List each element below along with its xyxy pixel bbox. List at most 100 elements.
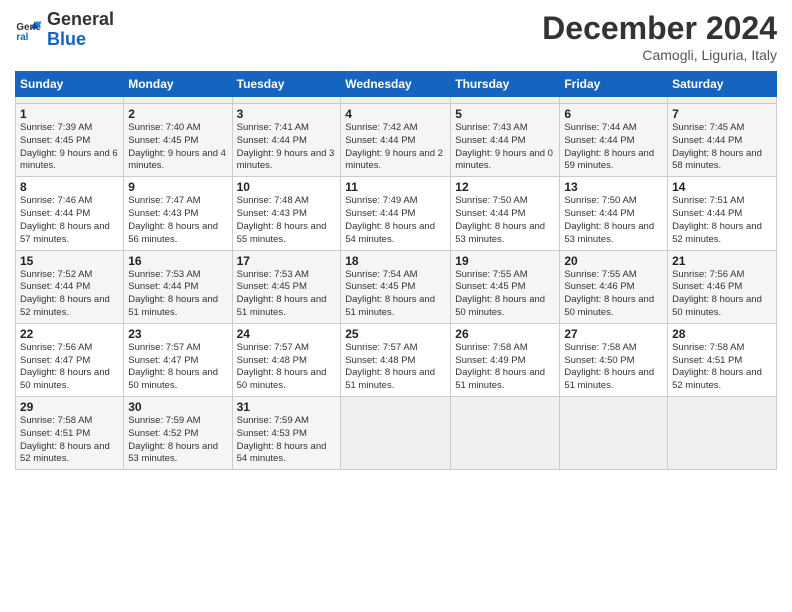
- day-number: 28: [672, 327, 772, 341]
- day-number: 16: [128, 254, 227, 268]
- day-info: Sunrise: 7:58 AMSunset: 4:51 PMDaylight:…: [20, 415, 119, 466]
- day-number: 14: [672, 180, 772, 194]
- day-info: Sunrise: 7:54 AMSunset: 4:45 PMDaylight:…: [345, 269, 446, 320]
- day-number: 19: [455, 254, 555, 268]
- calendar-week-row: 15Sunrise: 7:52 AMSunset: 4:44 PMDayligh…: [16, 250, 777, 323]
- calendar-cell: 26Sunrise: 7:58 AMSunset: 4:49 PMDayligh…: [451, 323, 560, 396]
- calendar-cell: 3Sunrise: 7:41 AMSunset: 4:44 PMDaylight…: [232, 104, 341, 177]
- calendar-cell: 22Sunrise: 7:56 AMSunset: 4:47 PMDayligh…: [16, 323, 124, 396]
- calendar-cell: 6Sunrise: 7:44 AMSunset: 4:44 PMDaylight…: [560, 104, 668, 177]
- month-title: December 2024: [542, 10, 777, 47]
- calendar-week-row: 1Sunrise: 7:39 AMSunset: 4:45 PMDaylight…: [16, 104, 777, 177]
- day-number: 17: [237, 254, 337, 268]
- day-number: 25: [345, 327, 446, 341]
- calendar-cell: 25Sunrise: 7:57 AMSunset: 4:48 PMDayligh…: [341, 323, 451, 396]
- day-number: 31: [237, 400, 337, 414]
- day-info: Sunrise: 7:51 AMSunset: 4:44 PMDaylight:…: [672, 195, 772, 246]
- day-info: Sunrise: 7:52 AMSunset: 4:44 PMDaylight:…: [20, 269, 119, 320]
- header: Gene ral General Blue December 2024 Camo…: [15, 10, 777, 63]
- logo: Gene ral General Blue: [15, 10, 114, 50]
- calendar-cell: 29Sunrise: 7:58 AMSunset: 4:51 PMDayligh…: [16, 397, 124, 470]
- day-number: 7: [672, 107, 772, 121]
- day-number: 27: [564, 327, 663, 341]
- calendar-cell: 17Sunrise: 7:53 AMSunset: 4:45 PMDayligh…: [232, 250, 341, 323]
- calendar-cell: [451, 97, 560, 104]
- day-number: 2: [128, 107, 227, 121]
- day-number: 20: [564, 254, 663, 268]
- day-number: 5: [455, 107, 555, 121]
- day-info: Sunrise: 7:59 AMSunset: 4:52 PMDaylight:…: [128, 415, 227, 466]
- calendar-cell: 30Sunrise: 7:59 AMSunset: 4:52 PMDayligh…: [124, 397, 232, 470]
- day-info: Sunrise: 7:48 AMSunset: 4:43 PMDaylight:…: [237, 195, 337, 246]
- day-info: Sunrise: 7:58 AMSunset: 4:49 PMDaylight:…: [455, 342, 555, 393]
- day-number: 26: [455, 327, 555, 341]
- day-info: Sunrise: 7:50 AMSunset: 4:44 PMDaylight:…: [455, 195, 555, 246]
- day-number: 1: [20, 107, 119, 121]
- day-info: Sunrise: 7:53 AMSunset: 4:45 PMDaylight:…: [237, 269, 337, 320]
- calendar-cell: [451, 397, 560, 470]
- calendar-cell: 14Sunrise: 7:51 AMSunset: 4:44 PMDayligh…: [668, 177, 777, 250]
- day-number: 21: [672, 254, 772, 268]
- day-number: 6: [564, 107, 663, 121]
- calendar-cell: 11Sunrise: 7:49 AMSunset: 4:44 PMDayligh…: [341, 177, 451, 250]
- location: Camogli, Liguria, Italy: [542, 47, 777, 63]
- calendar-cell: [668, 397, 777, 470]
- calendar-week-row: 8Sunrise: 7:46 AMSunset: 4:44 PMDaylight…: [16, 177, 777, 250]
- day-info: Sunrise: 7:44 AMSunset: 4:44 PMDaylight:…: [564, 122, 663, 173]
- day-info: Sunrise: 7:45 AMSunset: 4:44 PMDaylight:…: [672, 122, 772, 173]
- calendar-week-row: [16, 97, 777, 104]
- calendar-cell: 28Sunrise: 7:58 AMSunset: 4:51 PMDayligh…: [668, 323, 777, 396]
- calendar-cell: 13Sunrise: 7:50 AMSunset: 4:44 PMDayligh…: [560, 177, 668, 250]
- day-of-week-header: Saturday: [668, 72, 777, 97]
- calendar-cell: 9Sunrise: 7:47 AMSunset: 4:43 PMDaylight…: [124, 177, 232, 250]
- day-info: Sunrise: 7:41 AMSunset: 4:44 PMDaylight:…: [237, 122, 337, 173]
- title-block: December 2024 Camogli, Liguria, Italy: [542, 10, 777, 63]
- day-number: 9: [128, 180, 227, 194]
- day-info: Sunrise: 7:53 AMSunset: 4:44 PMDaylight:…: [128, 269, 227, 320]
- calendar-cell: 7Sunrise: 7:45 AMSunset: 4:44 PMDaylight…: [668, 104, 777, 177]
- day-of-week-header: Monday: [124, 72, 232, 97]
- day-info: Sunrise: 7:47 AMSunset: 4:43 PMDaylight:…: [128, 195, 227, 246]
- day-number: 29: [20, 400, 119, 414]
- calendar-cell: 21Sunrise: 7:56 AMSunset: 4:46 PMDayligh…: [668, 250, 777, 323]
- calendar-cell: 20Sunrise: 7:55 AMSunset: 4:46 PMDayligh…: [560, 250, 668, 323]
- calendar-cell: [668, 97, 777, 104]
- day-number: 30: [128, 400, 227, 414]
- logo-text-general: General: [47, 10, 114, 30]
- calendar-cell: 1Sunrise: 7:39 AMSunset: 4:45 PMDaylight…: [16, 104, 124, 177]
- day-info: Sunrise: 7:57 AMSunset: 4:47 PMDaylight:…: [128, 342, 227, 393]
- calendar-cell: 12Sunrise: 7:50 AMSunset: 4:44 PMDayligh…: [451, 177, 560, 250]
- calendar-cell: [560, 97, 668, 104]
- day-info: Sunrise: 7:55 AMSunset: 4:45 PMDaylight:…: [455, 269, 555, 320]
- day-of-week-header: Tuesday: [232, 72, 341, 97]
- day-number: 11: [345, 180, 446, 194]
- logo-text-blue: Blue: [47, 30, 114, 50]
- calendar-cell: [232, 97, 341, 104]
- day-number: 18: [345, 254, 446, 268]
- day-info: Sunrise: 7:58 AMSunset: 4:50 PMDaylight:…: [564, 342, 663, 393]
- day-info: Sunrise: 7:43 AMSunset: 4:44 PMDaylight:…: [455, 122, 555, 173]
- day-info: Sunrise: 7:50 AMSunset: 4:44 PMDaylight:…: [564, 195, 663, 246]
- page: Gene ral General Blue December 2024 Camo…: [0, 0, 792, 612]
- logo-icon: Gene ral: [15, 16, 43, 44]
- day-of-week-header: Thursday: [451, 72, 560, 97]
- day-number: 24: [237, 327, 337, 341]
- calendar-cell: 8Sunrise: 7:46 AMSunset: 4:44 PMDaylight…: [16, 177, 124, 250]
- day-info: Sunrise: 7:59 AMSunset: 4:53 PMDaylight:…: [237, 415, 337, 466]
- day-info: Sunrise: 7:46 AMSunset: 4:44 PMDaylight:…: [20, 195, 119, 246]
- day-number: 4: [345, 107, 446, 121]
- calendar-cell: 4Sunrise: 7:42 AMSunset: 4:44 PMDaylight…: [341, 104, 451, 177]
- day-number: 3: [237, 107, 337, 121]
- calendar-cell: 23Sunrise: 7:57 AMSunset: 4:47 PMDayligh…: [124, 323, 232, 396]
- day-number: 23: [128, 327, 227, 341]
- calendar-cell: 5Sunrise: 7:43 AMSunset: 4:44 PMDaylight…: [451, 104, 560, 177]
- calendar-cell: 16Sunrise: 7:53 AMSunset: 4:44 PMDayligh…: [124, 250, 232, 323]
- day-info: Sunrise: 7:56 AMSunset: 4:46 PMDaylight:…: [672, 269, 772, 320]
- calendar-cell: [16, 97, 124, 104]
- calendar-cell: 19Sunrise: 7:55 AMSunset: 4:45 PMDayligh…: [451, 250, 560, 323]
- calendar-cell: 10Sunrise: 7:48 AMSunset: 4:43 PMDayligh…: [232, 177, 341, 250]
- calendar-cell: [341, 397, 451, 470]
- calendar-cell: 27Sunrise: 7:58 AMSunset: 4:50 PMDayligh…: [560, 323, 668, 396]
- calendar-cell: [560, 397, 668, 470]
- day-info: Sunrise: 7:39 AMSunset: 4:45 PMDaylight:…: [20, 122, 119, 173]
